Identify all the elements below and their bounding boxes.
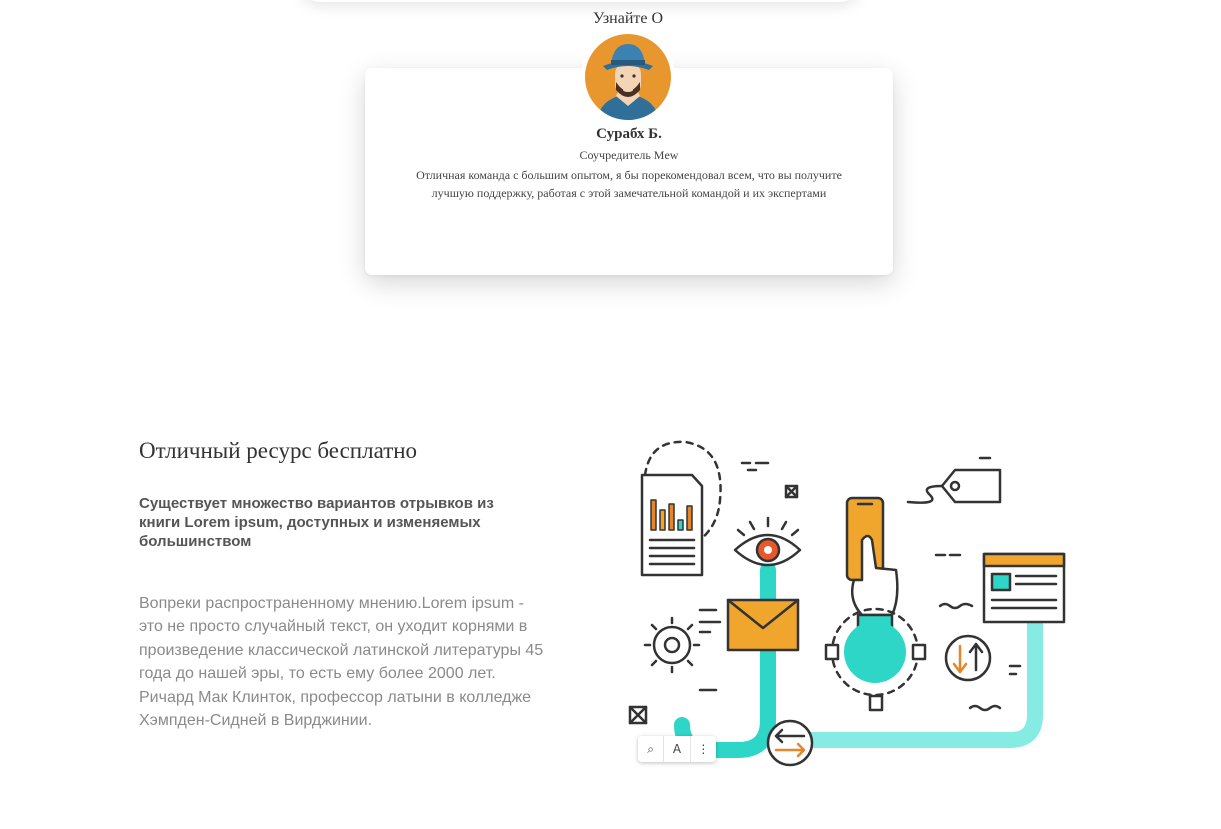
testimonial-role: Соучредитель Mew bbox=[579, 148, 679, 162]
image-toolbar: ⌕ A ⋮ bbox=[638, 736, 716, 762]
previous-section-edge bbox=[300, 0, 860, 2]
feature-title: Отличный ресурс бесплатно bbox=[139, 438, 418, 463]
more-vert-icon[interactable]: ⋮ bbox=[689, 736, 716, 762]
testimonial-quote: Отличная команда с большим опытом, я бы … bbox=[416, 168, 842, 200]
testimonial-name: Сурабх Б. bbox=[596, 126, 662, 142]
man-avatar-icon bbox=[583, 32, 673, 122]
section-title: Узнайте О bbox=[592, 10, 664, 27]
translate-icon[interactable]: A bbox=[663, 736, 689, 762]
feature-subtitle: Существует множество вариантов отрывков … bbox=[139, 495, 494, 550]
camera-search-icon[interactable]: ⌕ bbox=[638, 736, 663, 762]
feature-body: Вопреки распространенному мнению.Lorem i… bbox=[139, 595, 544, 730]
